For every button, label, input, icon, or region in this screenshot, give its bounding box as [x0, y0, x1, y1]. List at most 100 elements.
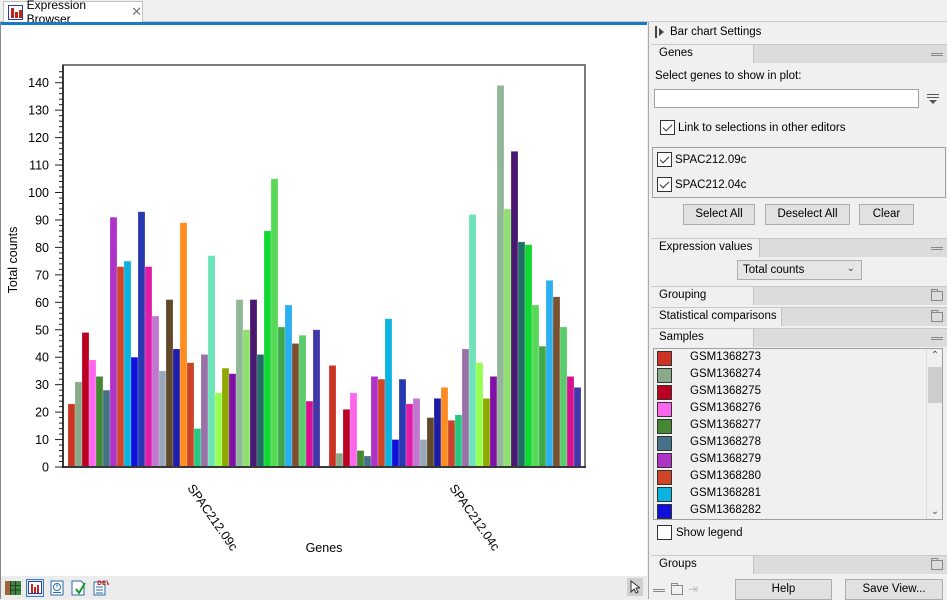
sample-item[interactable]: GSM1368277	[654, 418, 929, 435]
bar[interactable]	[130, 356, 139, 468]
section-grouping[interactable]: Grouping	[651, 286, 947, 305]
bar[interactable]	[277, 326, 286, 468]
bar[interactable]	[531, 304, 540, 468]
bar[interactable]	[284, 304, 293, 468]
bar[interactable]	[363, 455, 372, 468]
bar[interactable]	[447, 420, 456, 468]
bar[interactable]	[207, 255, 216, 468]
sample-item[interactable]: GSM1368280	[654, 469, 929, 486]
bar[interactable]	[510, 151, 519, 468]
bar[interactable]	[291, 343, 300, 468]
bar[interactable]	[116, 266, 125, 468]
bar[interactable]	[305, 400, 314, 468]
bar[interactable]	[193, 428, 202, 468]
section-statistical-comparisons[interactable]: Statistical comparisons	[651, 307, 947, 326]
bar[interactable]	[88, 359, 97, 468]
bar[interactable]	[263, 230, 272, 468]
bar[interactable]	[524, 244, 533, 468]
bar[interactable]	[81, 332, 90, 468]
bar[interactable]	[214, 392, 223, 468]
sample-item[interactable]: GSM1368281	[654, 486, 929, 503]
gene-checkbox[interactable]	[657, 152, 672, 167]
table-view-button[interactable]	[4, 579, 22, 597]
bar[interactable]	[270, 178, 279, 468]
collapse-icon[interactable]	[931, 243, 943, 250]
folder-icon[interactable]	[671, 583, 683, 595]
bar[interactable]	[298, 334, 307, 468]
bar[interactable]	[475, 362, 484, 468]
bar[interactable]	[74, 381, 83, 468]
bar[interactable]	[384, 318, 393, 468]
bar[interactable]	[249, 299, 258, 468]
expression-values-select[interactable]: Total counts ⌄	[737, 260, 862, 280]
bar[interactable]	[256, 354, 265, 468]
folder-icon[interactable]	[931, 310, 943, 322]
bar[interactable]	[342, 409, 351, 468]
show-legend-option[interactable]: Show legend	[657, 525, 743, 540]
bar[interactable]	[235, 299, 244, 468]
sample-item[interactable]: GSM1368278	[654, 435, 929, 452]
samples-scrollbar[interactable]: ⌃ ⌄	[926, 349, 942, 519]
sample-color-swatch[interactable]	[657, 470, 672, 485]
section-groups[interactable]: Groups	[651, 555, 947, 574]
folder-icon[interactable]	[931, 289, 943, 301]
sample-item[interactable]: GSM1368274	[654, 367, 929, 384]
bar[interactable]	[370, 376, 379, 468]
collapse-icon[interactable]	[931, 333, 943, 340]
bar[interactable]	[312, 329, 321, 468]
bar[interactable]	[356, 450, 365, 468]
bar[interactable]	[559, 326, 568, 468]
section-samples[interactable]: Samples	[651, 328, 947, 347]
save-view-button[interactable]: Save View...	[845, 579, 943, 600]
sample-color-swatch[interactable]	[657, 351, 672, 366]
help-button[interactable]: Help	[735, 579, 832, 600]
dock-icon[interactable]: ⇥	[688, 582, 698, 596]
bar[interactable]	[573, 387, 582, 468]
bar[interactable]	[391, 439, 400, 468]
bar[interactable]	[123, 260, 132, 468]
scroll-down-icon[interactable]: ⌄	[927, 506, 942, 517]
bar[interactable]	[151, 315, 160, 468]
section-expression-values[interactable]: Expression values	[651, 238, 947, 257]
bar[interactable]	[172, 348, 181, 468]
pointer-mode-button[interactable]	[627, 578, 643, 596]
validation-view-button[interactable]	[70, 579, 88, 597]
bar[interactable]	[200, 354, 209, 468]
collapse-all-icon[interactable]	[653, 585, 665, 592]
bar[interactable]	[398, 378, 407, 468]
link-selections-option[interactable]: Link to selections in other editors	[660, 120, 845, 135]
bar[interactable]	[144, 266, 153, 468]
bar[interactable]	[433, 398, 442, 468]
bar[interactable]	[242, 329, 251, 468]
bar[interactable]	[412, 398, 421, 468]
dev-view-button[interactable]: DEV	[92, 579, 110, 597]
bar[interactable]	[165, 299, 174, 468]
sample-color-swatch[interactable]	[657, 436, 672, 451]
bar[interactable]	[461, 348, 470, 468]
gene-checkbox[interactable]	[657, 177, 672, 192]
sample-item[interactable]: GSM1368282	[654, 503, 929, 519]
bar[interactable]	[102, 389, 111, 468]
clear-button[interactable]: Clear	[859, 204, 914, 225]
bar[interactable]	[109, 216, 118, 468]
bar[interactable]	[228, 373, 237, 468]
sample-item[interactable]: GSM1368275	[654, 384, 929, 401]
bar[interactable]	[454, 414, 463, 468]
bar[interactable]	[468, 214, 477, 468]
bar[interactable]	[545, 280, 554, 468]
bar[interactable]	[186, 362, 195, 468]
sample-item[interactable]: GSM1368279	[654, 452, 929, 469]
bar[interactable]	[95, 376, 104, 468]
sample-color-swatch[interactable]	[657, 487, 672, 502]
sample-color-swatch[interactable]	[657, 368, 672, 383]
bar[interactable]	[179, 222, 188, 468]
bar[interactable]	[377, 378, 386, 468]
bar[interactable]	[538, 345, 547, 468]
bar[interactable]	[496, 85, 505, 468]
scrollbar-thumb[interactable]	[928, 367, 942, 403]
scroll-up-icon[interactable]: ⌃	[927, 350, 942, 361]
panel-header[interactable]: Bar chart Settings	[649, 22, 947, 42]
sample-item[interactable]: GSM1368276	[654, 401, 929, 418]
sample-color-swatch[interactable]	[657, 419, 672, 434]
bar[interactable]	[349, 392, 358, 468]
